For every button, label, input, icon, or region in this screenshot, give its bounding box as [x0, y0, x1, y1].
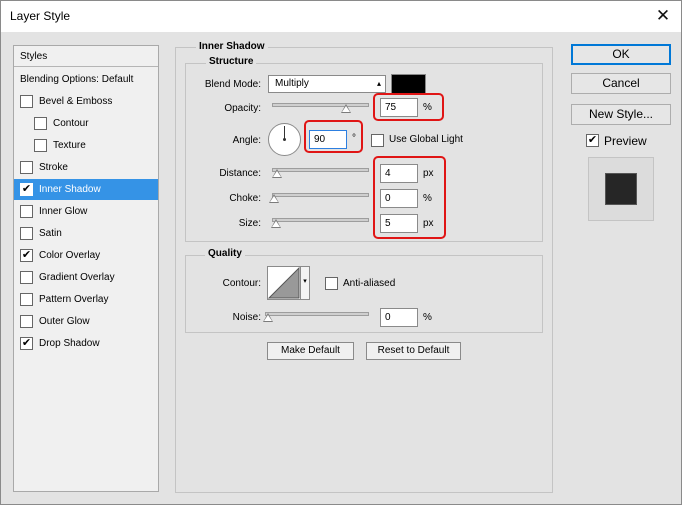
noise-input[interactable]: 0 — [380, 308, 418, 327]
shadow-color-swatch[interactable] — [391, 74, 426, 94]
style-item-satin[interactable]: Satin — [14, 223, 158, 244]
style-item-checkbox[interactable] — [20, 315, 33, 328]
style-item-label: Inner Glow — [39, 206, 88, 217]
style-item-texture[interactable]: Texture — [14, 135, 158, 156]
choke-label: Choke: — [229, 193, 261, 204]
noise-unit: % — [423, 312, 432, 323]
style-item-label: Satin — [39, 228, 62, 239]
blend-mode-label: Blend Mode: — [204, 79, 261, 90]
reset-to-default-button[interactable]: Reset to Default — [366, 342, 461, 360]
blend-mode-select[interactable]: Multiply ▴ — [268, 75, 386, 93]
cancel-button[interactable]: Cancel — [571, 73, 671, 94]
window-title: Layer Style — [10, 9, 71, 23]
style-item-bevel-emboss[interactable]: Bevel & Emboss — [14, 91, 158, 112]
contour-curve-icon — [267, 266, 300, 299]
use-global-light-label: Use Global Light — [389, 134, 463, 145]
ok-button[interactable]: OK — [571, 44, 671, 65]
style-item-inner-glow[interactable]: Inner Glow — [14, 201, 158, 222]
style-item-label: Color Overlay — [39, 250, 101, 261]
style-item-label: Bevel & Emboss — [39, 96, 113, 107]
dialog-body: Styles Blending Options: Default Bevel & … — [1, 32, 681, 504]
style-item-checkbox[interactable] — [20, 293, 33, 306]
inner-shadow-title: Inner Shadow — [196, 41, 268, 52]
noise-slider-thumb[interactable] — [263, 313, 273, 322]
preview-checkbox[interactable]: ✔ — [586, 134, 599, 147]
anti-aliased-checkbox[interactable] — [325, 277, 338, 290]
checkmark-icon[interactable]: ✔ — [20, 249, 33, 262]
preview-swatch — [605, 173, 637, 205]
opacity-slider-track[interactable] — [272, 103, 369, 107]
style-item-checkbox[interactable] — [20, 205, 33, 218]
layer-style-dialog: Layer Style ✕ Styles Blending Options: D… — [0, 0, 682, 505]
new-style-button[interactable]: New Style... — [571, 104, 671, 125]
structure-title: Structure — [206, 56, 257, 67]
contour-dropdown-arrow-icon[interactable]: ▾ — [301, 266, 310, 300]
choke-slider-thumb[interactable] — [269, 194, 279, 203]
opacity-slider-thumb[interactable] — [340, 104, 351, 113]
style-item-blending-options-default[interactable]: Blending Options: Default — [14, 69, 158, 90]
style-item-label: Stroke — [39, 162, 68, 173]
size-slider-track[interactable] — [272, 218, 369, 222]
angle-dial-center — [283, 138, 286, 141]
style-item-label: Outer Glow — [39, 316, 90, 327]
style-item-stroke[interactable]: Stroke — [14, 157, 158, 178]
choke-slider-track[interactable] — [272, 193, 369, 197]
angle-highlight-box — [304, 120, 363, 153]
anti-aliased-label: Anti-aliased — [343, 278, 396, 289]
style-item-label: Drop Shadow — [39, 338, 100, 349]
quality-title: Quality — [205, 248, 245, 259]
opacity-highlight-box — [373, 93, 444, 121]
noise-label: Noise: — [232, 312, 261, 323]
checkmark-icon[interactable]: ✔ — [20, 183, 33, 196]
style-item-checkbox[interactable] — [20, 95, 33, 108]
style-item-inner-shadow[interactable]: ✔ Inner Shadow — [14, 179, 158, 200]
angle-label: Angle: — [232, 135, 261, 146]
distance-slider-thumb[interactable] — [272, 169, 282, 178]
styles-header-label: Styles — [20, 51, 48, 62]
updown-arrow-icon: ▴ — [376, 79, 381, 88]
noise-slider-track[interactable] — [265, 312, 369, 316]
style-item-contour[interactable]: Contour — [14, 113, 158, 134]
use-global-light-checkbox[interactable] — [371, 134, 384, 147]
style-item-checkbox[interactable] — [20, 161, 33, 174]
style-item-label: Texture — [53, 140, 86, 151]
opacity-label: Opacity: — [224, 103, 261, 114]
style-item-label: Contour — [53, 118, 89, 129]
style-item-label: Pattern Overlay — [39, 294, 109, 305]
checkmark-icon[interactable]: ✔ — [20, 337, 33, 350]
size-label: Size: — [238, 218, 261, 229]
close-icon[interactable]: ✕ — [653, 6, 673, 26]
distance-label: Distance: — [219, 168, 261, 179]
style-item-color-overlay[interactable]: ✔ Color Overlay — [14, 245, 158, 266]
contour-picker[interactable] — [267, 266, 301, 300]
angle-dial[interactable] — [268, 123, 301, 156]
make-default-button[interactable]: Make Default — [267, 342, 354, 360]
style-item-label: Gradient Overlay — [39, 272, 115, 283]
blend-mode-value: Multiply — [275, 78, 309, 89]
distance-choke-size-highlight-box — [373, 156, 446, 239]
contour-label: Contour: — [222, 278, 261, 289]
style-item-gradient-overlay[interactable]: Gradient Overlay — [14, 267, 158, 288]
style-item-checkbox[interactable] — [20, 271, 33, 284]
style-item-checkbox[interactable] — [34, 117, 47, 130]
styles-list: Styles Blending Options: Default Bevel & … — [13, 45, 159, 492]
preview-label: Preview — [604, 134, 647, 148]
style-item-drop-shadow[interactable]: ✔ Drop Shadow — [14, 333, 158, 354]
style-item-checkbox[interactable] — [34, 139, 47, 152]
style-item-label: Blending Options: Default — [20, 74, 134, 85]
style-item-checkbox[interactable] — [20, 227, 33, 240]
size-slider-thumb[interactable] — [271, 219, 281, 228]
styles-header[interactable]: Styles — [14, 46, 158, 67]
distance-slider-track[interactable] — [272, 168, 369, 172]
title-bar: Layer Style ✕ — [1, 1, 681, 32]
style-item-outer-glow[interactable]: Outer Glow — [14, 311, 158, 332]
style-item-pattern-overlay[interactable]: Pattern Overlay — [14, 289, 158, 310]
style-item-label: Inner Shadow — [39, 184, 101, 195]
preview-thumbnail — [588, 157, 654, 221]
